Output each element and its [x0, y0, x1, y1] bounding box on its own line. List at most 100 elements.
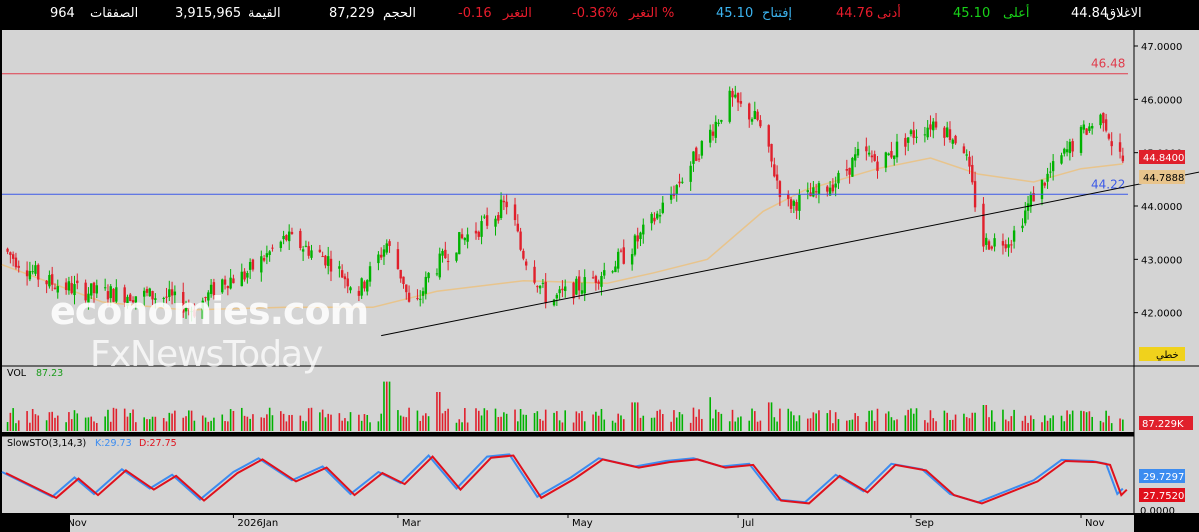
candle-body — [544, 281, 547, 304]
stock-chart[interactable]: 46.4844.22 42.000043.000044.000045.00004… — [0, 0, 1199, 532]
candle-body — [577, 276, 581, 291]
volume-bar — [466, 422, 469, 431]
volume-bar — [826, 413, 829, 431]
volume-bar — [346, 421, 349, 431]
volume-bar — [132, 409, 134, 431]
volume-bar — [815, 413, 817, 431]
volume-bar — [9, 412, 12, 431]
volume-bar — [190, 410, 193, 431]
candle-body — [343, 276, 347, 280]
candle-body — [714, 121, 717, 138]
candle-body — [555, 294, 559, 299]
candle-body — [466, 234, 469, 242]
candle-body — [282, 235, 285, 240]
volume-bar — [740, 416, 742, 431]
volume-bar — [56, 415, 59, 431]
candle-body — [402, 276, 405, 285]
candle-body — [240, 271, 243, 287]
volume-bar — [444, 410, 447, 431]
volume-bar — [809, 418, 812, 431]
candle-body — [890, 150, 893, 158]
volume-bar — [737, 417, 739, 431]
candle-body — [856, 148, 860, 156]
candle-body — [817, 183, 821, 195]
vol-title: VOL — [7, 368, 27, 379]
volume-bar — [129, 412, 132, 431]
candle-body — [229, 277, 232, 289]
volume-bar — [954, 414, 957, 431]
volume-bar — [6, 422, 9, 431]
candle-body — [377, 254, 380, 264]
candle-body — [519, 231, 522, 250]
candle-body — [600, 275, 603, 287]
volume-bar — [224, 421, 226, 431]
candle-body — [904, 137, 907, 147]
candle-body — [279, 241, 283, 248]
volume-bar — [377, 421, 380, 431]
watermark-fxnewstoday: FxNewsToday — [90, 334, 323, 375]
volume-bar — [857, 416, 859, 431]
candle-body — [767, 125, 770, 147]
volume-bar — [310, 407, 313, 431]
candle-body — [388, 241, 391, 246]
candle-body — [806, 190, 809, 192]
candle-body — [304, 245, 308, 247]
ma-tag-text: 44.7888 — [1143, 173, 1184, 184]
candle-body — [485, 215, 489, 226]
volume-bar — [829, 410, 831, 431]
volume-bar — [416, 410, 419, 431]
volume-bar — [327, 413, 330, 431]
candle-body — [851, 157, 854, 177]
volume-bar — [1105, 410, 1107, 431]
candle-body — [943, 127, 946, 138]
x-tick-label: 2026Jan — [237, 518, 278, 529]
candle-body — [1065, 149, 1069, 153]
candle-body — [591, 277, 595, 279]
candle-body — [884, 152, 888, 168]
candle-body — [611, 271, 614, 273]
volume-bar — [135, 422, 137, 431]
volume-bar — [358, 414, 360, 431]
stoch-d-tag-text: 27.7520 — [1143, 491, 1184, 502]
candle-body — [424, 276, 428, 294]
candle-body — [773, 164, 776, 177]
y-tick-label: 46.0000 — [1141, 95, 1182, 106]
candle-body — [435, 273, 439, 275]
volume-bar — [832, 423, 834, 431]
candle-body — [1029, 195, 1033, 207]
volume-bar — [280, 411, 282, 431]
x-tick-label: Mar — [402, 518, 422, 529]
candle-body — [421, 291, 425, 296]
candle-body — [594, 276, 598, 283]
volume-bar — [87, 417, 90, 431]
volume-bar — [1007, 421, 1010, 431]
candle-body — [45, 280, 48, 285]
volume-bar — [425, 413, 427, 431]
volume-bar — [385, 381, 388, 431]
y-tick-label: 43.0000 — [1141, 255, 1182, 266]
candle-body — [251, 259, 255, 270]
volume-bar — [556, 411, 558, 431]
volume-bar — [282, 413, 285, 431]
volume-bar — [1071, 410, 1074, 431]
candle-body — [965, 154, 968, 156]
candle-body — [1090, 126, 1094, 129]
candle-body — [798, 194, 801, 211]
volume-bar — [678, 412, 681, 431]
volume-bar — [848, 420, 851, 431]
candle-body — [616, 251, 620, 269]
volume-bar — [436, 392, 438, 431]
volume-bar — [213, 417, 215, 431]
volume-bar — [709, 397, 711, 431]
candle-body — [887, 153, 890, 156]
volume-bar — [542, 420, 544, 431]
candle-body — [232, 278, 235, 284]
volume-bar — [271, 415, 274, 431]
candle-body — [962, 146, 966, 154]
candle-body — [307, 246, 310, 256]
candle-body — [1085, 128, 1088, 135]
volume-bar — [873, 420, 876, 431]
candle-body — [720, 120, 723, 122]
candle-body — [34, 265, 37, 274]
volume-bar — [614, 422, 617, 431]
